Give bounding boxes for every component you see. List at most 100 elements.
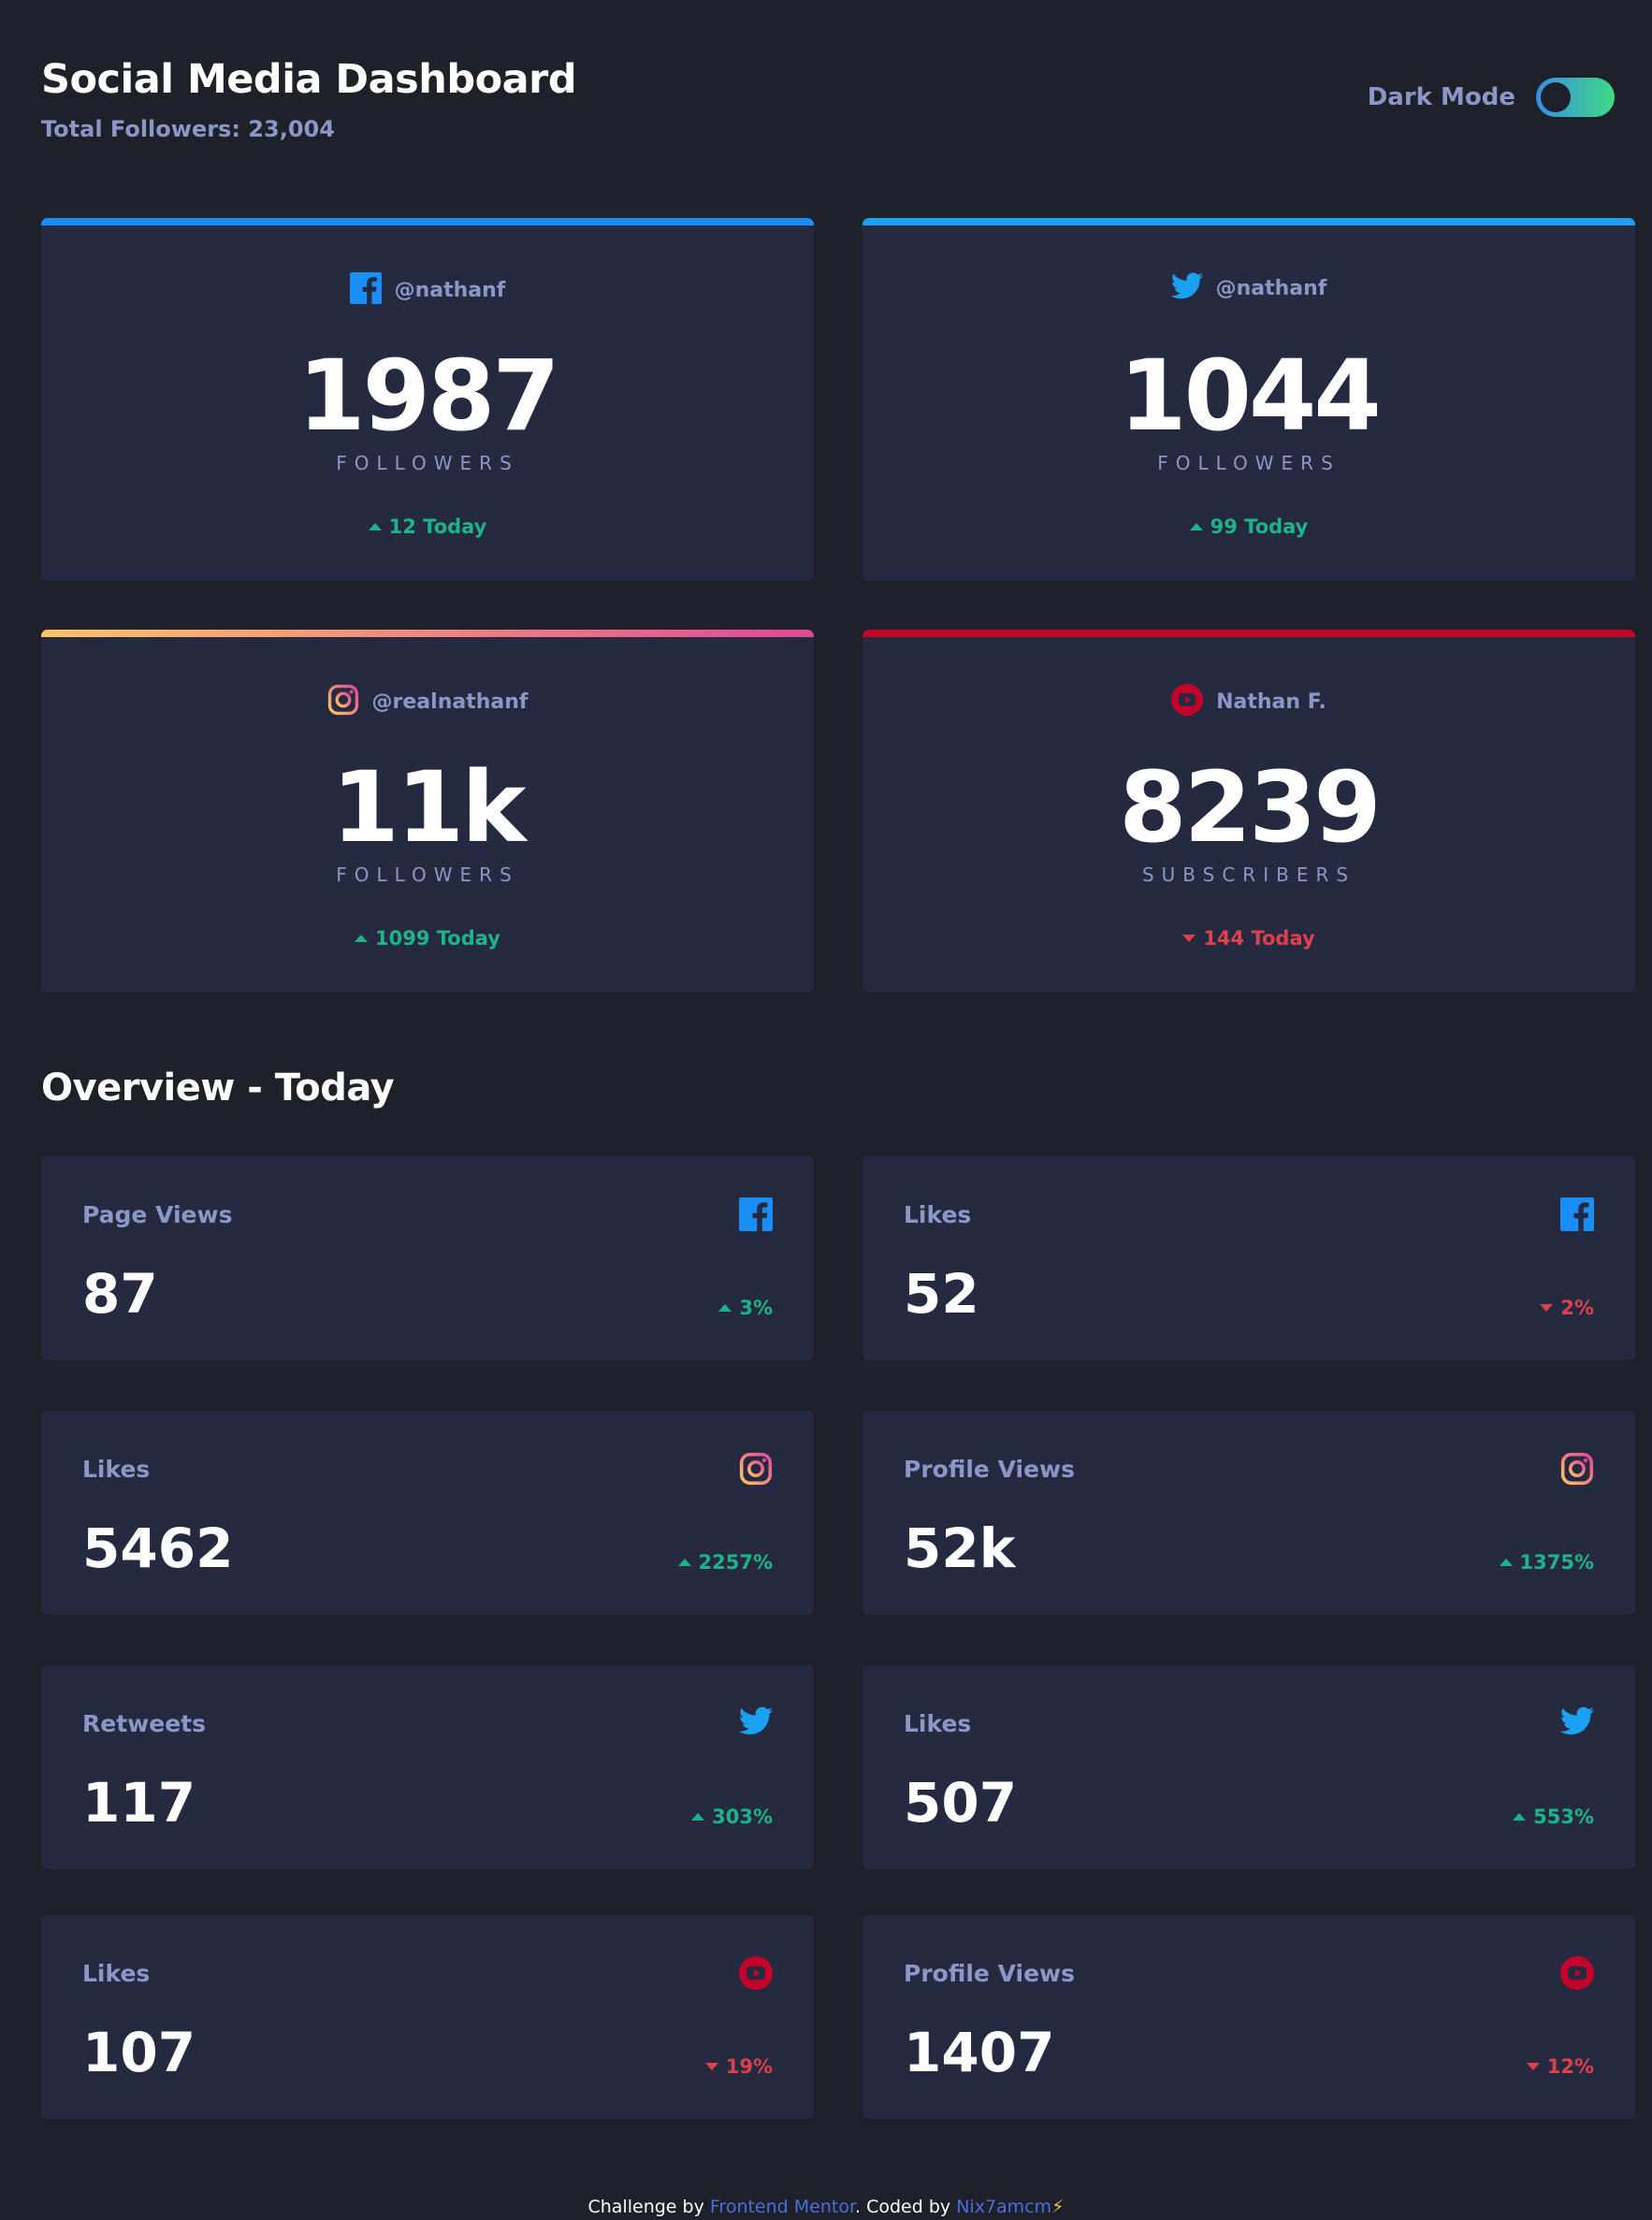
frontend-mentor-link[interactable]: Frontend Mentor: [710, 2197, 855, 2217]
overview-card[interactable]: Retweets 117 303%: [41, 1665, 814, 1869]
today-change-text: 1099 Today: [375, 927, 500, 950]
overview-label: Likes: [82, 1456, 151, 1483]
arrow-up-icon: [1499, 1559, 1513, 1566]
today-change-text: 144 Today: [1203, 927, 1315, 950]
overview-label: Page Views: [82, 1201, 233, 1228]
overview-change: 2257%: [677, 1551, 774, 1574]
overview-card[interactable]: Likes 52 2%: [862, 1156, 1635, 1360]
arrow-down-icon: [704, 2063, 718, 2070]
facebook-icon: [349, 272, 382, 308]
count-unit: SUBSCRIBERS: [1141, 863, 1356, 886]
overview-title: Overview - Today: [41, 1066, 395, 1110]
facebook-icon: [739, 1197, 773, 1231]
arrow-up-icon: [718, 1304, 732, 1312]
card-accent-bar: [41, 630, 814, 637]
overview-label: Profile Views: [904, 1960, 1075, 1987]
card-youtube[interactable]: Nathan F. 8239 SUBSCRIBERS 144 Today: [862, 630, 1635, 993]
card-handle-row: @nathanf: [862, 272, 1635, 304]
overview-card[interactable]: Likes 507 553%: [862, 1665, 1635, 1869]
overview-change: 553%: [1513, 1806, 1594, 1828]
follower-count: 1044: [1119, 339, 1381, 453]
overview-label: Likes: [904, 1201, 972, 1228]
overview-value: 87: [82, 1262, 158, 1326]
card-handle-row: @nathanf: [41, 272, 814, 308]
youtube-icon: [739, 1956, 773, 1990]
total-followers: Total Followers: 23,004: [41, 116, 335, 142]
youtube-icon: [1560, 1956, 1594, 1990]
card-twitter[interactable]: @nathanf 1044 FOLLOWERS 99 Today: [862, 218, 1635, 581]
today-change: 12 Today: [41, 515, 814, 538]
author-link[interactable]: Nix7amcm: [956, 2197, 1051, 2217]
instagram-icon: [327, 684, 359, 719]
card-facebook[interactable]: @nathanf 1987 FOLLOWERS 12 Today: [41, 218, 814, 581]
arrow-down-icon: [1540, 1304, 1554, 1312]
toggle-knob: [1541, 82, 1571, 112]
overview-card[interactable]: Likes 5462 2257%: [41, 1411, 814, 1615]
overview-card[interactable]: Page Views 87 3%: [41, 1156, 814, 1360]
arrow-up-icon: [691, 1813, 705, 1821]
facebook-icon: [1560, 1197, 1594, 1231]
youtube-icon: [1171, 684, 1204, 719]
count-unit: FOLLOWERS: [336, 863, 519, 886]
arrow-down-icon: [1526, 2063, 1540, 2070]
overview-label: Likes: [904, 1710, 972, 1737]
overview-change-text: 12%: [1546, 2055, 1594, 2078]
arrow-up-icon: [677, 1559, 691, 1566]
overview-change-text: 2%: [1560, 1297, 1594, 1319]
card-accent-bar: [41, 218, 814, 225]
count-unit: FOLLOWERS: [336, 452, 519, 474]
card-instagram[interactable]: @realnathanf 11k FOLLOWERS 1099 Today: [41, 630, 814, 993]
overview-card[interactable]: Profile Views 52k 1375%: [862, 1411, 1635, 1615]
card-handle: @realnathanf: [371, 689, 529, 714]
overview-change-text: 303%: [712, 1806, 773, 1828]
overview-change: 19%: [704, 2055, 773, 2078]
arrow-up-icon: [355, 935, 369, 942]
overview-change-text: 553%: [1533, 1806, 1594, 1828]
overview-value: 5462: [82, 1516, 234, 1580]
overview-change: 303%: [691, 1806, 773, 1828]
today-change: 1099 Today: [41, 927, 814, 950]
arrow-up-icon: [1189, 523, 1203, 530]
arrow-down-icon: [1182, 935, 1196, 942]
overview-change-text: 3%: [739, 1297, 773, 1319]
card-handle: Nathan F.: [1216, 689, 1326, 714]
lightning-icon: ⚡: [1051, 2197, 1065, 2217]
dark-mode-toggle-group: Dark Mode: [1368, 78, 1615, 117]
overview-change-text: 2257%: [698, 1551, 774, 1574]
today-change-text: 12 Today: [388, 515, 487, 538]
overview-change: 2%: [1540, 1297, 1594, 1319]
today-change: 99 Today: [862, 515, 1635, 538]
footer-prefix: Challenge by: [587, 2197, 710, 2217]
instagram-icon: [1560, 1452, 1594, 1486]
overview-change-text: 19%: [725, 2055, 773, 2078]
subscriber-count: 8239: [1119, 750, 1381, 864]
overview-label: Profile Views: [904, 1456, 1075, 1483]
card-accent-bar: [862, 218, 1635, 225]
dark-mode-toggle[interactable]: [1536, 78, 1615, 117]
card-handle: @nathanf: [394, 278, 506, 302]
overview-change-text: 1375%: [1519, 1551, 1595, 1574]
follower-count: 11k: [331, 750, 527, 864]
overview-change: 1375%: [1499, 1551, 1595, 1574]
twitter-icon: [1170, 272, 1203, 304]
twitter-icon: [1560, 1706, 1594, 1740]
overview-label: Likes: [82, 1960, 151, 1987]
dark-mode-label: Dark Mode: [1367, 83, 1515, 111]
today-change-text: 99 Today: [1210, 515, 1309, 538]
card-accent-bar: [862, 630, 1635, 637]
twitter-icon: [739, 1706, 773, 1740]
arrow-up-icon: [1513, 1813, 1527, 1821]
arrow-up-icon: [368, 523, 382, 530]
overview-value: 507: [904, 1771, 1018, 1835]
follower-count: 1987: [297, 339, 559, 453]
footer-middle: . Coded by: [855, 2197, 957, 2217]
overview-value: 117: [82, 1771, 196, 1835]
overview-card[interactable]: Profile Views 1407 12%: [862, 1915, 1635, 2119]
card-handle-row: @realnathanf: [41, 684, 814, 719]
overview-value: 52: [904, 1262, 979, 1326]
today-change: 144 Today: [862, 927, 1635, 950]
attribution-footer: Challenge by Frontend Mentor. Coded by N…: [0, 2197, 1652, 2217]
overview-change: 12%: [1526, 2055, 1594, 2078]
overview-card[interactable]: Likes 107 19%: [41, 1915, 814, 2119]
overview-label: Retweets: [82, 1710, 206, 1737]
